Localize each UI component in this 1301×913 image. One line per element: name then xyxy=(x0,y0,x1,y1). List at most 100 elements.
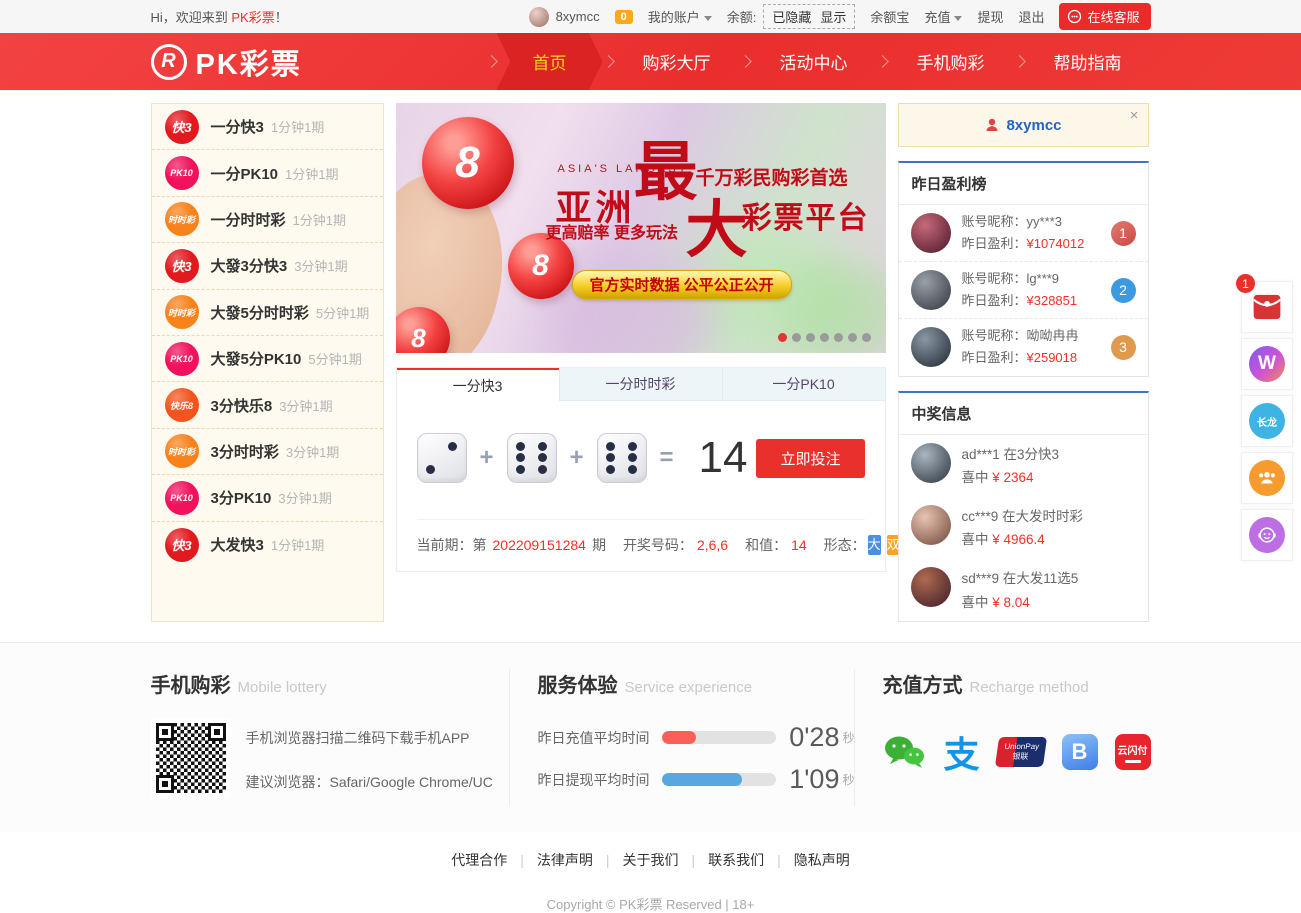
win-row: cc***9 在大发时时彩 喜中 ¥ 4966.4 xyxy=(899,497,1148,559)
progress-bar xyxy=(662,731,776,744)
sidebar-item-dafa3fenkuai3[interactable]: 快3 大發3分快3 3分钟1期 xyxy=(152,243,383,289)
sidebar-item-yifenshishicai[interactable]: 时时彩 一分时时彩 1分钟1期 xyxy=(152,197,383,243)
link-legal-statement[interactable]: 法律声明 xyxy=(537,852,593,868)
chevron-separator-icon xyxy=(602,55,615,68)
carousel-dot[interactable] xyxy=(792,333,801,342)
banner-ribbon: 官方实时数据 公平公正公开 xyxy=(572,270,792,299)
copyright-text: Copyright © PK彩票 Reserved | 18+ xyxy=(0,894,1301,913)
dice-sum: 14 xyxy=(699,433,748,483)
agent-group-button[interactable] xyxy=(1241,452,1293,504)
top-utility-bar: Hi，欢迎来到 PK彩票！ 8xymcc 0 我的账户 余额: 已隐藏 显示 余… xyxy=(0,0,1301,33)
sidebar-item-dafa5fenpk10[interactable]: PK10 大發5分PK10 5分钟1期 xyxy=(152,336,383,382)
die xyxy=(597,433,647,483)
period-number: 202209151284 xyxy=(493,537,586,553)
user-panel-name[interactable]: 8xymcc xyxy=(1006,117,1061,134)
progress-value: 1'09 xyxy=(789,764,839,795)
recharge-method-block: 充值方式Recharge method 支 UnionPay 银联 B xyxy=(854,669,1150,806)
carousel-dot[interactable] xyxy=(820,333,829,342)
sum-value: 14 xyxy=(791,537,807,553)
notification-badge: 1 xyxy=(1236,274,1255,293)
progress-bar xyxy=(662,773,776,786)
carousel-dot[interactable] xyxy=(806,333,815,342)
lottery-sidebar: 快3 一分快3 1分钟1期 PK10 一分PK10 1分钟1期 时时彩 一分时时… xyxy=(151,103,384,622)
sidebar-item-dafakuai3[interactable]: 快3 大发快3 1分钟1期 xyxy=(152,522,383,568)
profit-amount: ¥328851 xyxy=(1027,293,1078,308)
link-agent-cooperation[interactable]: 代理合作 xyxy=(451,852,507,868)
nav-item-home[interactable]: 首页 xyxy=(497,33,603,90)
nav-item-mobile-lottery[interactable]: 手机购彩 xyxy=(888,33,1014,90)
nav-item-help-guide[interactable]: 帮助指南 xyxy=(1025,33,1151,90)
win-row: ad***1 在3分快3 喜中 ¥ 2364 xyxy=(899,435,1148,497)
w-app-button[interactable]: W xyxy=(1241,338,1293,390)
username[interactable]: 8xymcc xyxy=(556,9,600,24)
carousel-dot[interactable] xyxy=(834,333,843,342)
red-packet-button[interactable]: 1 xyxy=(1241,281,1293,333)
die xyxy=(507,433,557,483)
sidebar-item-3fenpk10[interactable]: PK10 3分PK10 3分钟1期 xyxy=(152,475,383,521)
profit-amount: ¥1074012 xyxy=(1027,236,1085,251)
headset-smiley-icon xyxy=(1249,517,1285,553)
changlong-button[interactable]: 长龙 xyxy=(1241,395,1293,447)
shishicai-icon: 时时彩 xyxy=(165,202,199,236)
draw-numbers: 2,6,6 xyxy=(697,537,728,553)
withdraw-link[interactable]: 提现 xyxy=(977,7,1003,26)
nav-item-activity-center[interactable]: 活动中心 xyxy=(751,33,877,90)
sidebar-item-yifenpk10[interactable]: PK10 一分PK10 1分钟1期 xyxy=(152,150,383,196)
sidebar-item-dafa5fenshishicai[interactable]: 时时彩 大發5分时时彩 5分钟1期 xyxy=(152,290,383,336)
sidebar-item-3fenshishicai[interactable]: 时时彩 3分时时彩 3分钟1期 xyxy=(152,429,383,475)
info-footer-section: 手机购彩Mobile lottery 手机浏览器扫描二维码下载手机APP 建议浏… xyxy=(0,642,1301,832)
service-experience-block: 服务体验Service experience 昨日充值平均时间 0'28 秒 昨… xyxy=(509,669,854,806)
my-account-menu[interactable]: 我的账户 xyxy=(648,7,712,26)
greeting-prefix: Hi，欢迎来到 xyxy=(151,10,232,25)
nick: yy***3 xyxy=(1027,214,1062,229)
w-app-icon: W xyxy=(1249,346,1285,382)
tab-yifenpk10[interactable]: 一分PK10 xyxy=(722,368,885,401)
banner-subline: 更高赔率 更多玩法 xyxy=(546,219,678,243)
profit-row: 账号昵称：呦呦冉冉 昨日盈利：¥259018 3 xyxy=(899,319,1148,375)
link-contact-us[interactable]: 联系我们 xyxy=(708,852,764,868)
lottery-quick-panel: 一分快3 一分时时彩 一分PK10 + + = 14 立即投注 当前期： 第 2… xyxy=(396,367,886,572)
headset-icon xyxy=(1067,9,1082,24)
recharge-menu[interactable]: 充值 xyxy=(924,7,962,26)
link-about-us[interactable]: 关于我们 xyxy=(623,852,679,868)
close-icon[interactable]: × xyxy=(1130,107,1139,124)
promo-banner[interactable]: 8 8 8 ASIA'S LARGEST 亚洲 最 千万彩民购彩首选 更高赔率 … xyxy=(396,103,886,353)
wechat-pay-icon xyxy=(882,734,926,770)
recharge-title: 充值方式 xyxy=(882,675,962,697)
link-privacy-statement[interactable]: 隐私声明 xyxy=(794,852,850,868)
nav-item-lottery-hall[interactable]: 购彩大厅 xyxy=(614,33,740,90)
tab-yifenkuai3[interactable]: 一分快3 xyxy=(397,368,559,401)
sidebar-item-3fenkuaile8[interactable]: 快乐8 3分快乐8 3分钟1期 xyxy=(152,382,383,428)
kuai3-icon: 快3 xyxy=(165,249,199,283)
customer-service-button[interactable] xyxy=(1241,509,1293,561)
sidebar-item-yifenkuai3[interactable]: 快3 一分快3 1分钟1期 xyxy=(152,104,383,150)
win-info-panel: 中奖信息 ad***1 在3分快3 喜中 ¥ 2364 cc***9 在大发时时… xyxy=(898,391,1149,623)
win-panel-title: 中奖信息 xyxy=(899,393,1148,435)
brand-name: PK彩票 xyxy=(196,41,302,83)
chevron-separator-icon xyxy=(739,55,752,68)
bet-now-button[interactable]: 立即投注 xyxy=(756,439,864,478)
carousel-dot[interactable] xyxy=(778,333,787,342)
red-packet-icon xyxy=(1250,290,1284,324)
balance-group: 余额: 已隐藏 显示 xyxy=(727,4,856,29)
message-count-badge[interactable]: 0 xyxy=(615,10,633,24)
brand-logo[interactable]: R PK彩票 xyxy=(151,41,302,83)
logout-link[interactable]: 退出 xyxy=(1018,7,1044,26)
bitcoin-icon: B xyxy=(1062,734,1098,770)
yuebao-link[interactable]: 余额宝 xyxy=(870,7,909,26)
service-subtitle: Service experience xyxy=(624,679,752,696)
online-service-button[interactable]: 在线客服 xyxy=(1059,3,1150,30)
recharge-subtitle: Recharge method xyxy=(969,679,1088,696)
win-desc: cc***9 在大发时时彩 xyxy=(962,505,1084,529)
avatar[interactable] xyxy=(529,7,549,27)
service-bar-row: 昨日充值平均时间 0'28 秒 xyxy=(537,722,854,753)
mobile-subtitle: Mobile lottery xyxy=(238,679,327,696)
carousel-dot[interactable] xyxy=(862,333,871,342)
balance-show-link[interactable]: 显示 xyxy=(820,7,846,26)
chevron-separator-icon xyxy=(1013,55,1026,68)
balance-label: 余额: xyxy=(727,7,757,26)
user-icon xyxy=(984,117,1000,133)
tab-yifenshishicai[interactable]: 一分时时彩 xyxy=(559,368,722,401)
carousel-dot[interactable] xyxy=(848,333,857,342)
app-download-qr-code xyxy=(151,718,231,798)
